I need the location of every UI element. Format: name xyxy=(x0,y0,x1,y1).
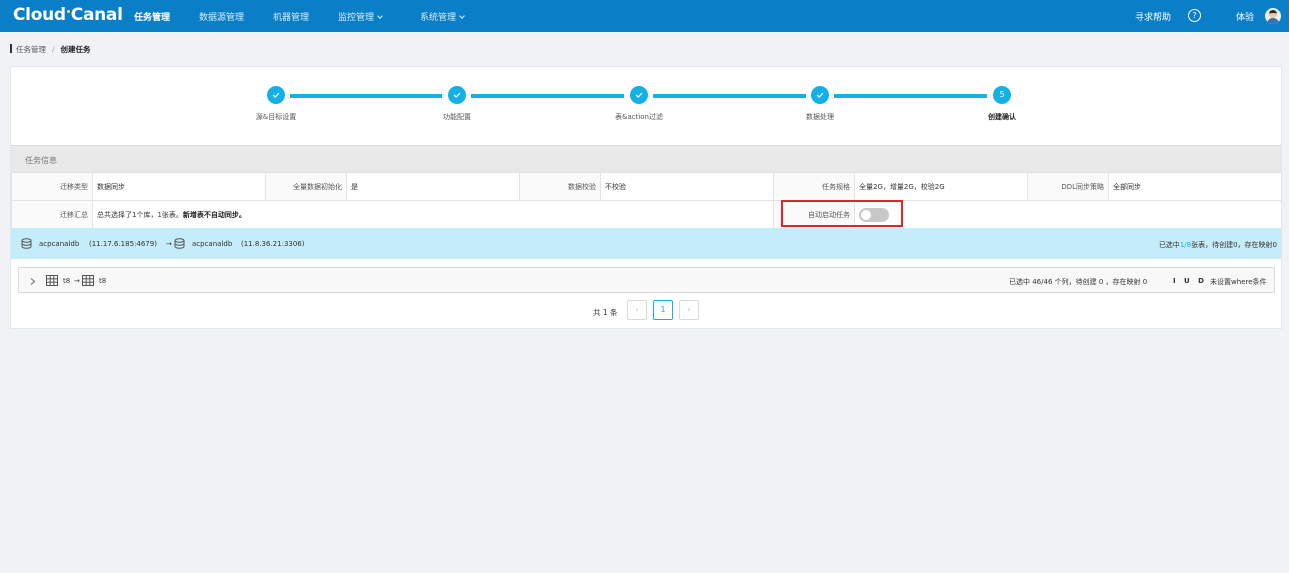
value-data-verify: 不校验 xyxy=(600,172,774,201)
database-icon xyxy=(174,238,185,249)
nav-label: 监控管理 xyxy=(338,13,375,23)
value-task-spec: 全量2G，增量2G，校验2G xyxy=(854,172,1028,201)
summary-bold-text: 新增表不自动同步。 xyxy=(182,210,246,219)
question-circle-icon[interactable]: ? xyxy=(1188,9,1201,22)
table-row: 迁移汇总 总共选择了1个库，1张表。新增表不自动同步。 自动启动任务 xyxy=(11,200,1282,229)
table-icon xyxy=(46,275,58,286)
nav-task-management[interactable]: 任务管理 xyxy=(134,10,170,23)
summary-suffix: 张表，待创建0，存在映射0 xyxy=(1191,241,1277,249)
avatar-head xyxy=(1269,10,1277,18)
summary-count: 1/8 xyxy=(1179,241,1192,249)
table-mapping-row[interactable]: t8 → t8 已选中 46/46 个列，待创建 0 ，存在映射 0 I U D… xyxy=(18,267,1275,293)
database-icon xyxy=(21,238,32,249)
step-connector xyxy=(653,94,806,98)
nav-monitor-management[interactable]: 监控管理 xyxy=(338,10,383,23)
breadcrumb: 任务管理 / 创建任务 xyxy=(10,44,91,55)
step-label: 表&action过滤 xyxy=(614,113,664,121)
db-mapping-bar[interactable]: acpcanaldb (11.17.6.185:4679) → acpcanal… xyxy=(11,228,1281,259)
section-title: 任务信息 xyxy=(25,156,57,165)
chevron-down-icon xyxy=(459,13,465,19)
table-icon xyxy=(82,275,94,286)
column-summary: 已选中 46/46 个列，待创建 0 ，存在映射 0 xyxy=(1009,278,1148,286)
breadcrumb-bar-icon xyxy=(10,44,12,53)
iud-indicator[interactable]: I U D xyxy=(1173,277,1207,285)
label-migration-summary: 迁移汇总 xyxy=(11,200,93,229)
logo-text-right: Canal xyxy=(70,5,123,25)
step-label: 源&目标设置 xyxy=(255,113,297,121)
step-3-done xyxy=(630,86,648,104)
label-ddl-policy: DDL同步策略 xyxy=(1027,172,1109,201)
source-db-address: (11.17.6.185:4679) xyxy=(89,240,157,248)
step-label: 数据处理 xyxy=(806,113,834,121)
breadcrumb-parent[interactable]: 任务管理 xyxy=(16,45,46,54)
chevron-right-icon[interactable] xyxy=(30,278,36,285)
create-task-card: 5 源&目标设置 功能配置 表&action过滤 数据处理 创建确认 任务信息 … xyxy=(10,66,1282,329)
check-icon xyxy=(272,92,280,98)
step-5-current: 5 xyxy=(993,86,1011,104)
summary-text: 总共选择了1个库，1张表。 xyxy=(97,210,183,219)
logo-text-left: Cloud xyxy=(13,5,66,25)
nav-system-management[interactable]: 系统管理 xyxy=(420,10,465,23)
label-task-spec: 任务规格 xyxy=(773,172,855,201)
avatar-body xyxy=(1267,18,1279,24)
target-db-address: (11.8.36.21:3306) xyxy=(241,240,305,248)
arrow-right-icon: → xyxy=(74,277,80,285)
step-2-done xyxy=(448,86,466,104)
arrow-right-icon: → xyxy=(166,240,172,248)
value-ddl-policy: 全部同步 xyxy=(1108,172,1282,201)
step-1-done xyxy=(267,86,285,104)
page-1-button[interactable]: 1 xyxy=(653,300,673,320)
step-label: 创建确认 xyxy=(988,113,1016,121)
prev-page-button[interactable]: ‹ xyxy=(627,300,647,320)
nav-label: 数据源管理 xyxy=(199,13,245,23)
target-db-name: acpcanaldb xyxy=(192,240,233,248)
task-info-table: 迁移类型 数据同步 全量数据初始化 是 数据校验 不校验 任务规格 全量2G，增… xyxy=(11,172,1282,229)
nav-label: 机器管理 xyxy=(273,13,310,23)
target-table-name: t8 xyxy=(99,277,107,285)
logo-dot-icon xyxy=(66,10,70,13)
top-navbar: Cloud Canal 任务管理 数据源管理 机器管理 监控管理 系统管理 寻求帮… xyxy=(0,0,1289,32)
where-condition-hint[interactable]: 未设置where条件 xyxy=(1210,277,1267,287)
check-icon xyxy=(816,92,824,98)
nav-label: 任务管理 xyxy=(134,13,171,23)
cloudcanal-logo[interactable]: Cloud Canal xyxy=(13,5,123,25)
label-full-init: 全量数据初始化 xyxy=(265,172,347,201)
step-connector xyxy=(834,94,987,98)
avatar[interactable] xyxy=(1265,8,1281,24)
nav-machine-management[interactable]: 机器管理 xyxy=(273,10,309,23)
value-migration-type: 数据同步 xyxy=(92,172,266,201)
label-data-verify: 数据校验 xyxy=(519,172,601,201)
table-row: 迁移类型 数据同步 全量数据初始化 是 数据校验 不校验 任务规格 全量2G，增… xyxy=(11,172,1282,201)
value-auto-start xyxy=(854,200,1282,229)
source-table-name: t8 xyxy=(63,277,71,285)
breadcrumb-separator: / xyxy=(52,45,55,54)
value-migration-summary: 总共选择了1个库，1张表。新增表不自动同步。 xyxy=(92,200,774,229)
step-connector xyxy=(290,94,442,98)
value-full-init: 是 xyxy=(346,172,520,201)
db-selection-summary: 已选中1/8张表，待创建0，存在映射0 xyxy=(1159,240,1277,250)
check-icon xyxy=(453,92,461,98)
section-header: 任务信息 xyxy=(11,145,1281,172)
source-db-name: acpcanaldb xyxy=(39,240,80,248)
next-page-button[interactable]: › xyxy=(679,300,699,320)
breadcrumb-current: 创建任务 xyxy=(60,45,91,54)
help-link[interactable]: 寻求帮助 xyxy=(1135,10,1171,23)
step-connector xyxy=(471,94,624,98)
pagination-total: 共 1 条 xyxy=(593,308,618,317)
summary-prefix: 已选中 xyxy=(1158,241,1180,249)
nav-datasource-management[interactable]: 数据源管理 xyxy=(199,10,244,23)
label-migration-type: 迁移类型 xyxy=(11,172,93,201)
auto-start-highlight-box xyxy=(781,200,903,227)
chevron-down-icon xyxy=(377,13,383,19)
check-icon xyxy=(635,92,643,98)
step-label: 功能配置 xyxy=(443,113,471,121)
step-4-done xyxy=(811,86,829,104)
user-name[interactable]: 体验 xyxy=(1236,10,1254,23)
nav-label: 系统管理 xyxy=(420,13,457,23)
